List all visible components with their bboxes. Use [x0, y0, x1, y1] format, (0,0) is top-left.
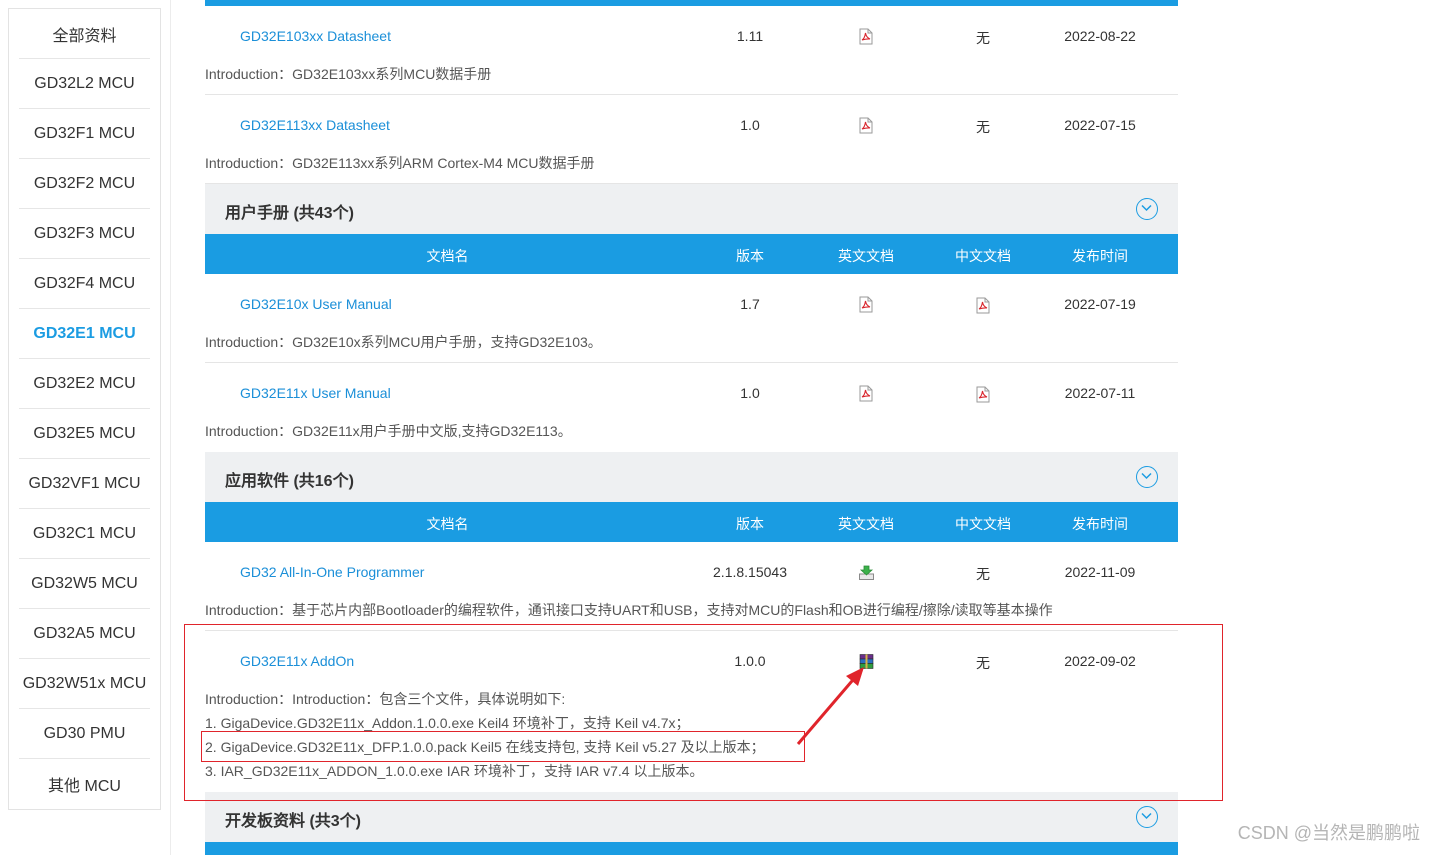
- column-header-date: 发布时间: [1072, 248, 1128, 264]
- document-link[interactable]: GD32E103xx Datasheet: [240, 28, 391, 44]
- sidebar-item-gd30-pmu[interactable]: GD30 PMU: [19, 709, 150, 759]
- sidebar-item-gd32f2[interactable]: GD32F2 MCU: [19, 159, 150, 209]
- sidebar-item-gd32vf1[interactable]: GD32VF1 MCU: [19, 459, 150, 509]
- intro-text: Introduction：GD32E10x系列MCU用户手册，支持GD32E10…: [205, 334, 602, 350]
- release-date: 2022-07-15: [1064, 117, 1136, 133]
- sidebar-item-gd32w51x[interactable]: GD32W51x MCU: [19, 659, 150, 709]
- column-header-english: 英文文档: [838, 248, 894, 264]
- table-row: GD32E10x User Manual 1.7 2022-07-19 Intr…: [205, 274, 1178, 363]
- highlight-box: [184, 624, 1223, 801]
- pdf-file-icon[interactable]: [858, 385, 874, 402]
- column-header-name: 文档名: [426, 516, 469, 532]
- release-date: 2022-08-22: [1064, 28, 1136, 44]
- release-date: 2022-07-19: [1064, 296, 1136, 312]
- chinese-doc-cell: 无: [976, 30, 990, 46]
- sidebar-item-gd32a5[interactable]: GD32A5 MCU: [19, 609, 150, 659]
- highlight-box: [201, 731, 805, 762]
- sidebar-item-gd32e5[interactable]: GD32E5 MCU: [19, 409, 150, 459]
- section-title: 应用软件 (共16个): [225, 473, 354, 490]
- intro-text: Introduction：基于芯片内部Bootloader的编程软件，通讯接口支…: [205, 602, 1053, 618]
- section-title: 开发板资料 (共3个): [225, 813, 362, 830]
- pdf-file-icon[interactable]: [858, 28, 874, 45]
- intro-text: Introduction：GD32E113xx系列ARM Cortex-M4 M…: [205, 155, 595, 171]
- sidebar-item-gd32e2[interactable]: GD32E2 MCU: [19, 359, 150, 409]
- download-icon[interactable]: [858, 564, 875, 581]
- column-header-date: 发布时间: [1072, 516, 1128, 532]
- sidebar-item-gd32l2[interactable]: GD32L2 MCU: [19, 59, 150, 109]
- table-header: [205, 842, 1178, 855]
- column-header-english: 英文文档: [838, 516, 894, 532]
- sidebar-item-gd32f4[interactable]: GD32F4 MCU: [19, 259, 150, 309]
- column-header-chinese: 中文文档: [955, 516, 1011, 532]
- document-link[interactable]: GD32E11x User Manual: [240, 385, 391, 401]
- table-header: 文档名 版本 英文文档 中文文档 发布时间: [205, 502, 1178, 542]
- table-row: GD32E103xx Datasheet 1.11 无 2022-08-22 I…: [205, 6, 1178, 95]
- column-header-name: 文档名: [426, 248, 469, 264]
- chevron-down-icon[interactable]: [1136, 198, 1158, 220]
- category-sidebar: 全部资料 GD32L2 MCU GD32F1 MCU GD32F2 MCU GD…: [8, 8, 161, 810]
- document-link[interactable]: GD32E10x User Manual: [240, 296, 392, 312]
- sidebar-item-gd32f1[interactable]: GD32F1 MCU: [19, 109, 150, 159]
- table-header: 文档名 版本 英文文档 中文文档 发布时间: [205, 234, 1178, 274]
- pdf-file-icon[interactable]: [975, 297, 991, 314]
- chinese-doc-cell: 无: [976, 119, 990, 135]
- table-row: GD32E11x User Manual 1.0 2022-07-11 Intr…: [205, 363, 1178, 452]
- sidebar-divider: [170, 0, 171, 855]
- pdf-file-icon[interactable]: [858, 296, 874, 313]
- sidebar-item-gd32e1[interactable]: GD32E1 MCU: [19, 309, 150, 359]
- sidebar-item-all[interactable]: 全部资料: [19, 9, 150, 59]
- pdf-file-icon[interactable]: [858, 117, 874, 134]
- intro-text: Introduction：GD32E11x用户手册中文版,支持GD32E113。: [205, 423, 572, 439]
- intro-text: Introduction：GD32E103xx系列MCU数据手册: [205, 66, 492, 82]
- document-link[interactable]: GD32 All-In-One Programmer: [240, 564, 424, 580]
- sidebar-item-gd32w5[interactable]: GD32W5 MCU: [19, 559, 150, 609]
- sidebar-item-other[interactable]: 其他 MCU: [19, 759, 150, 809]
- sidebar-item-gd32f3[interactable]: GD32F3 MCU: [19, 209, 150, 259]
- release-date: 2022-11-09: [1064, 564, 1136, 580]
- arrow-annotation: [796, 667, 864, 745]
- chevron-down-icon[interactable]: [1136, 806, 1158, 828]
- table-row: GD32 All-In-One Programmer 2.1.8.15043 无…: [205, 542, 1178, 631]
- release-date: 2022-07-11: [1064, 385, 1136, 401]
- chinese-doc-cell: 无: [976, 566, 990, 582]
- chevron-down-icon[interactable]: [1136, 466, 1158, 488]
- section-title: 用户手册 (共43个): [225, 205, 354, 222]
- sidebar-item-gd32c1[interactable]: GD32C1 MCU: [19, 509, 150, 559]
- watermark: CSDN @当然是鹏鹏啦: [1237, 823, 1420, 843]
- document-link[interactable]: GD32E113xx Datasheet: [240, 117, 390, 133]
- section-header-user-manual[interactable]: 用户手册 (共43个): [205, 184, 1178, 234]
- section-header-software[interactable]: 应用软件 (共16个): [205, 452, 1178, 502]
- table-row: GD32E113xx Datasheet 1.0 无 2022-07-15 In…: [205, 95, 1178, 184]
- column-header-chinese: 中文文档: [955, 248, 1011, 264]
- pdf-file-icon[interactable]: [975, 386, 991, 403]
